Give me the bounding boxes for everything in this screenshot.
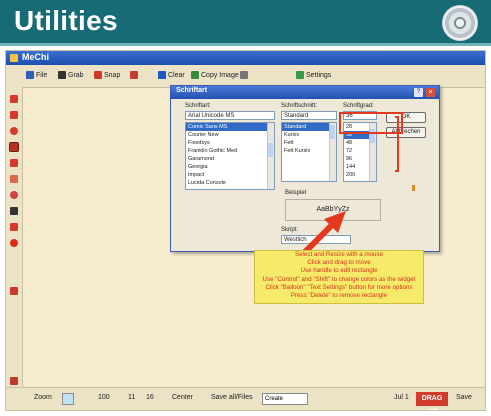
section-title: Utilities — [14, 5, 118, 36]
instruction-line: Press "Delete" to remove rectangle — [290, 292, 388, 300]
brush-icon[interactable] — [10, 377, 18, 385]
instruction-line: Use handle to edit rectangle — [300, 267, 378, 275]
arrow-tool-icon[interactable] — [10, 159, 18, 167]
app-titlebar: MeChi — [6, 51, 485, 65]
app-window-title: MeChi — [22, 52, 49, 62]
font-input[interactable]: Arial Unicode MS — [185, 111, 275, 120]
instruction-note: Select and Resize with a mouse Click and… — [254, 250, 424, 304]
list-item[interactable]: Impact — [186, 171, 274, 179]
list-item[interactable]: Comic Sans MS — [186, 123, 274, 131]
dialog-title: Schriftart — [176, 87, 208, 94]
mode-select[interactable]: Create — [262, 393, 308, 405]
app-icon — [10, 54, 18, 62]
list-item[interactable]: Lucida Console — [186, 179, 274, 187]
list-item[interactable]: Garamond — [186, 155, 274, 163]
num-b-value: 16 — [146, 394, 154, 401]
file-icon — [26, 71, 34, 80]
drag-me-button[interactable]: DRAG ME — [416, 392, 448, 410]
window-icon — [240, 71, 248, 80]
line-icon[interactable] — [10, 111, 18, 119]
section-header: Utilities — [0, 0, 491, 43]
instruction-line: Use "Control" and "Shift" to change colo… — [262, 275, 416, 283]
clear-button[interactable]: Clear — [158, 69, 185, 83]
clear-icon — [158, 71, 166, 80]
save-all-button[interactable]: Save all/Files — [211, 394, 253, 401]
drag-value: Jul 1 — [394, 394, 409, 401]
help-button[interactable]: ? — [414, 88, 423, 97]
list-item[interactable]: Kursiv — [282, 131, 336, 139]
fill-icon[interactable] — [10, 239, 18, 247]
header-accent-line — [0, 43, 491, 46]
circle-icon[interactable] — [10, 127, 18, 135]
settings-button[interactable]: Settings — [296, 69, 331, 83]
instruction-line: Click and drag to move — [307, 259, 371, 267]
style-list[interactable]: Standard Kursiv Fett Fett Kursiv — [281, 122, 337, 182]
style-label: Schriftschnitt: — [281, 103, 318, 109]
settings-icon — [296, 71, 304, 80]
font-list-scrollbar[interactable] — [267, 123, 274, 189]
rectangle-icon[interactable] — [9, 142, 19, 152]
end-button[interactable]: Save — [456, 394, 472, 401]
grab-icon — [58, 71, 66, 80]
style-input[interactable]: Standard — [281, 111, 337, 120]
copy-image-button[interactable]: Copy Image — [191, 69, 239, 83]
list-item[interactable]: Georgia — [186, 163, 274, 171]
file-button[interactable]: File — [26, 69, 47, 83]
list-item[interactable]: Franklin Gothic Med — [186, 147, 274, 155]
grab-button[interactable]: Grab — [58, 69, 84, 83]
arrow-icon — [130, 71, 138, 80]
font-list[interactable]: Comic Sans MS Courier New Fixedsys Frank… — [185, 122, 275, 190]
dialog-titlebar: Schriftart ? × — [171, 86, 439, 99]
highlight-box-edge — [395, 116, 399, 172]
color-swatch[interactable] — [62, 393, 74, 405]
style-list-scrollbar[interactable] — [329, 123, 336, 181]
arrow-button[interactable] — [130, 69, 140, 83]
side-toolbar — [6, 87, 23, 410]
opacity-value: 100 — [98, 394, 110, 401]
highlight-box-size — [339, 112, 403, 134]
cd-disc-icon — [442, 5, 478, 41]
font-label: Schriftart: — [185, 103, 211, 109]
num-a-value: 11 — [128, 394, 136, 401]
eye-icon[interactable] — [10, 207, 18, 215]
size-label: Schriftgrad: — [343, 103, 374, 109]
list-item[interactable]: Fixedsys — [186, 139, 274, 147]
instruction-line: Select and Resize with a mouse — [294, 251, 384, 258]
window-button[interactable] — [240, 69, 250, 83]
zoom-icon[interactable] — [10, 191, 18, 199]
close-button[interactable]: × — [426, 88, 435, 97]
copy-image-icon — [191, 71, 199, 80]
list-item[interactable]: Standard — [282, 123, 336, 131]
text-icon[interactable] — [10, 175, 18, 183]
list-item[interactable]: Fett — [282, 139, 336, 147]
snap-button[interactable]: Snap — [94, 69, 120, 83]
sample-label: Beispiel — [285, 190, 307, 196]
center-button[interactable]: Center — [172, 394, 193, 401]
list-item[interactable]: Fett Kursiv — [282, 147, 336, 155]
zoom-label: Zoom — [34, 394, 52, 401]
pencil-icon[interactable] — [10, 95, 18, 103]
app-statusbar: Zoom 100 11 16 Center Save all/Files Cre… — [6, 387, 485, 410]
snap-icon — [94, 71, 102, 80]
heart-icon[interactable] — [10, 223, 18, 231]
list-item[interactable]: Courier New — [186, 131, 274, 139]
stamp-icon[interactable] — [10, 287, 18, 295]
resize-handle[interactable] — [412, 185, 415, 191]
instruction-line: Click "Balloon" "Text Settings" button f… — [265, 283, 413, 291]
